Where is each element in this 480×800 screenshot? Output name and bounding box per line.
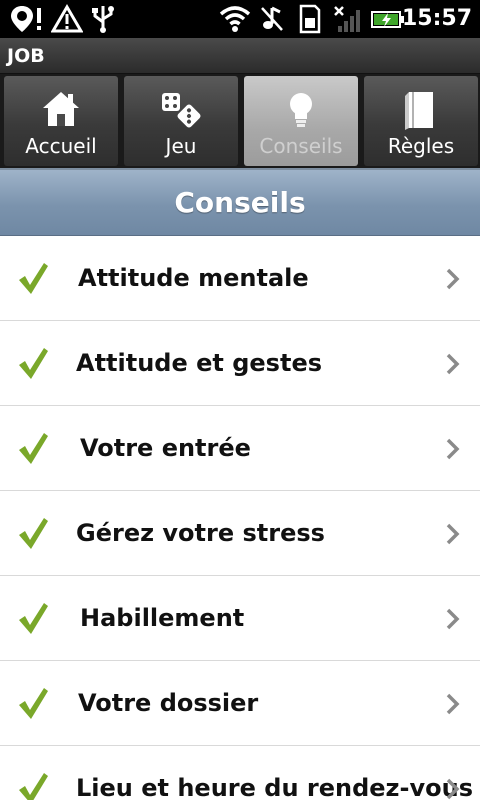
list-item-label: Votre dossier: [78, 689, 259, 717]
warning-icon: [50, 4, 84, 34]
check-icon: [19, 433, 48, 464]
list-item-label: Votre entrée: [80, 434, 251, 462]
tab-label: Jeu: [165, 134, 197, 158]
check-icon: [19, 348, 48, 379]
list-item[interactable]: Votre entrée: [0, 406, 480, 491]
chevron-right-icon: [446, 268, 460, 290]
book-icon: [364, 88, 478, 132]
check-icon: [19, 603, 48, 634]
list-item-label: Attitude et gestes: [76, 349, 322, 377]
tab-regles[interactable]: Règles: [364, 76, 478, 166]
list-item-label: Lieu et heure du rendez-vous: [76, 774, 473, 800]
dice-icon: [124, 88, 238, 132]
location-alert-icon: [8, 4, 46, 34]
clock: 15:57: [401, 6, 472, 31]
list-item[interactable]: Votre dossier: [0, 661, 480, 746]
section-header: Conseils: [0, 168, 480, 236]
list-item[interactable]: Lieu et heure du rendez-vous: [0, 746, 480, 800]
check-icon: [19, 518, 48, 549]
section-title: Conseils: [174, 186, 306, 219]
list-item-label: Habillement: [80, 604, 245, 632]
usb-icon: [88, 4, 118, 34]
home-icon: [4, 88, 118, 132]
app-title: JOB: [7, 45, 45, 67]
chevron-right-icon: [446, 353, 460, 375]
tab-label: Règles: [387, 134, 455, 158]
list-item[interactable]: Gérez votre stress: [0, 491, 480, 576]
sd-card-icon: [296, 4, 324, 34]
tab-label: Conseils: [259, 134, 343, 158]
battery-charging-icon: [370, 4, 406, 34]
mute-icon: [258, 4, 286, 34]
no-signal-icon: [332, 4, 366, 34]
lightbulb-icon: [244, 88, 358, 132]
list-item[interactable]: Habillement: [0, 576, 480, 661]
tab-accueil[interactable]: Accueil: [4, 76, 118, 166]
tab-conseils[interactable]: Conseils: [244, 76, 358, 166]
chevron-right-icon: [446, 438, 460, 460]
tab-bar: Accueil Jeu Conseils Règles: [0, 74, 480, 168]
chevron-right-icon: [446, 778, 460, 800]
chevron-right-icon: [446, 523, 460, 545]
list-item-label: Attitude mentale: [78, 264, 309, 292]
chevron-right-icon: [446, 608, 460, 630]
tab-jeu[interactable]: Jeu: [124, 76, 238, 166]
chevron-right-icon: [446, 693, 460, 715]
check-icon: [19, 263, 48, 294]
check-icon: [19, 773, 48, 800]
tab-label: Accueil: [25, 134, 97, 158]
wifi-icon: [218, 4, 252, 34]
app-title-bar: JOB: [0, 38, 480, 74]
advice-list: Attitude mentale Attitude et gestes Votr…: [0, 236, 480, 800]
check-icon: [19, 688, 48, 719]
list-item-label: Gérez votre stress: [76, 519, 325, 547]
status-bar: 15:57: [0, 0, 480, 38]
list-item[interactable]: Attitude mentale: [0, 236, 480, 321]
list-item[interactable]: Attitude et gestes: [0, 321, 480, 406]
